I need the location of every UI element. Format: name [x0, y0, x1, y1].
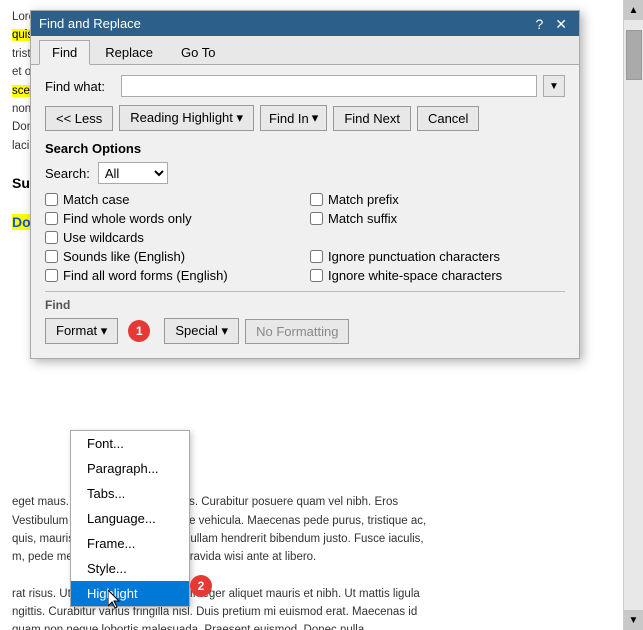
find-what-row: Find what: ▼	[45, 75, 565, 97]
match-suffix-checkbox[interactable]	[310, 212, 323, 225]
find-what-label: Find what:	[45, 79, 115, 94]
help-button[interactable]: ?	[531, 17, 547, 31]
format-button[interactable]: Format ▾	[45, 318, 118, 344]
no-formatting-button[interactable]: No Formatting	[245, 319, 349, 344]
find-in-arrow: ▾	[312, 110, 319, 126]
special-button[interactable]: Special ▾	[164, 318, 239, 344]
titlebar-controls: ? ✕	[531, 17, 571, 31]
checkbox-ignore-whitespace: Ignore white-space characters	[310, 268, 565, 283]
checkbox-find-whole-words: Find whole words only	[45, 211, 300, 226]
search-options-label: Search Options	[45, 141, 565, 156]
scrollbar[interactable]: ▲ ▼	[623, 0, 643, 630]
dialog-titlebar: Find and Replace ? ✕	[31, 11, 579, 36]
dialog-body: Find what: ▼ << Less Reading Highlight ▾…	[31, 65, 579, 358]
checkbox-match-suffix: Match suffix	[310, 211, 565, 226]
ignore-whitespace-checkbox[interactable]	[310, 269, 323, 282]
scrollbar-thumb[interactable]	[626, 30, 642, 80]
find-format-row: Format ▾ 1 Special ▾ No Formatting	[45, 318, 565, 344]
find-whole-words-checkbox[interactable]	[45, 212, 58, 225]
match-case-label[interactable]: Match case	[63, 192, 129, 207]
special-button-label: Special ▾	[175, 323, 228, 338]
checkbox-ignore-punctuation: Ignore punctuation characters	[310, 249, 565, 264]
match-case-checkbox[interactable]	[45, 193, 58, 206]
search-label: Search:	[45, 166, 90, 181]
dropdown-style[interactable]: Style...	[71, 556, 189, 581]
badge-2-container: 2	[190, 575, 212, 597]
checkbox-match-case: Match case	[45, 192, 300, 207]
dropdown-highlight[interactable]: Highlight	[71, 581, 189, 606]
match-prefix-label[interactable]: Match prefix	[328, 192, 399, 207]
checkbox-empty-right	[310, 230, 565, 245]
cancel-button[interactable]: Cancel	[417, 106, 479, 131]
find-section-label: Find	[45, 298, 565, 312]
badge-2: 2	[190, 575, 212, 597]
ignore-punctuation-label[interactable]: Ignore punctuation characters	[328, 249, 500, 264]
find-what-dropdown-btn[interactable]: ▼	[543, 75, 565, 97]
dropdown-paragraph[interactable]: Paragraph...	[71, 456, 189, 481]
sounds-like-checkbox[interactable]	[45, 250, 58, 263]
dialog-title: Find and Replace	[39, 16, 141, 31]
match-prefix-checkbox[interactable]	[310, 193, 323, 206]
find-in-button[interactable]: Find In ▾	[260, 105, 327, 131]
match-suffix-label[interactable]: Match suffix	[328, 211, 397, 226]
action-buttons-row: << Less Reading Highlight ▾ Find In ▾ Fi…	[45, 105, 565, 131]
search-row: Search: All Up Down	[45, 162, 565, 184]
checkbox-sounds-like: Sounds like (English)	[45, 249, 300, 264]
tab-find[interactable]: Find	[39, 40, 90, 65]
reading-highlight-button[interactable]: Reading Highlight ▾	[119, 105, 254, 131]
checkbox-use-wildcards: Use wildcards	[45, 230, 300, 245]
scrollbar-down[interactable]: ▼	[624, 610, 643, 630]
dropdown-frame[interactable]: Frame...	[71, 531, 189, 556]
less-button[interactable]: << Less	[45, 106, 113, 131]
find-replace-dialog: Find and Replace ? ✕ Find Replace Go To …	[30, 10, 580, 359]
find-all-forms-label[interactable]: Find all word forms (English)	[63, 268, 228, 283]
sounds-like-label[interactable]: Sounds like (English)	[63, 249, 185, 264]
dropdown-language[interactable]: Language...	[71, 506, 189, 531]
close-button[interactable]: ✕	[551, 17, 571, 31]
divider	[45, 291, 565, 292]
doc-line: quam non neque lobortis malesuada. Praes…	[12, 621, 631, 630]
find-next-button[interactable]: Find Next	[333, 106, 411, 131]
find-in-container: Find In ▾	[260, 105, 327, 131]
tab-goto[interactable]: Go To	[168, 40, 228, 64]
checkboxes-grid: Match case Match prefix Find whole words…	[45, 192, 565, 283]
tab-replace[interactable]: Replace	[92, 40, 166, 64]
checkbox-match-prefix: Match prefix	[310, 192, 565, 207]
ignore-punctuation-checkbox[interactable]	[310, 250, 323, 263]
dropdown-tabs[interactable]: Tabs...	[71, 481, 189, 506]
format-button-label: Format ▾	[56, 323, 107, 339]
dropdown-font[interactable]: Font...	[71, 431, 189, 456]
dialog-tabs: Find Replace Go To	[31, 36, 579, 65]
use-wildcards-label[interactable]: Use wildcards	[63, 230, 144, 245]
find-all-forms-checkbox[interactable]	[45, 269, 58, 282]
search-select[interactable]: All Up Down	[98, 162, 168, 184]
use-wildcards-checkbox[interactable]	[45, 231, 58, 244]
format-dropdown-menu: Font... Paragraph... Tabs... Language...…	[70, 430, 190, 607]
find-whole-words-label[interactable]: Find whole words only	[63, 211, 192, 226]
badge-1: 1	[128, 320, 150, 342]
ignore-whitespace-label[interactable]: Ignore white-space characters	[328, 268, 502, 283]
scrollbar-up[interactable]: ▲	[624, 0, 643, 20]
find-what-input[interactable]	[121, 75, 537, 97]
checkbox-find-all-forms: Find all word forms (English)	[45, 268, 300, 283]
